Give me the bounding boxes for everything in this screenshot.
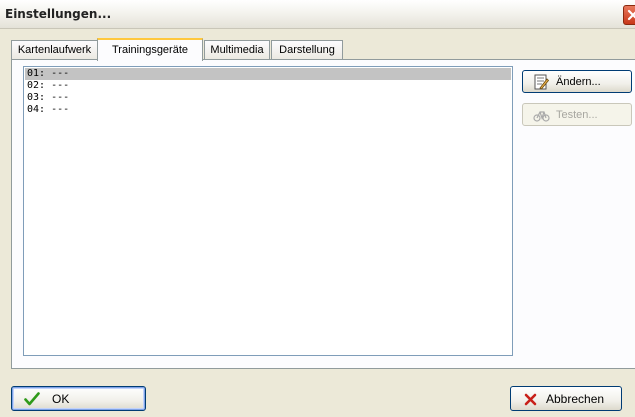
x-mark-icon xyxy=(524,393,537,406)
cancel-button[interactable]: Abbrechen xyxy=(510,386,622,411)
close-icon xyxy=(627,9,635,21)
ok-button-label: OK xyxy=(52,392,70,406)
tab-multimedia[interactable]: Multimedia xyxy=(204,40,270,59)
change-button-label: Ändern... xyxy=(556,76,601,88)
test-button[interactable]: Testen... xyxy=(522,103,632,126)
list-item[interactable]: 02: --- xyxy=(25,80,511,92)
list-item[interactable]: 03: --- xyxy=(25,92,511,104)
tab-kartenlaufwerk[interactable]: Kartenlaufwerk xyxy=(11,40,98,59)
tab-panel: 01: --- 02: --- 03: --- 04: --- Ändern..… xyxy=(11,59,635,369)
edit-document-icon xyxy=(534,74,549,90)
cancel-button-label: Abbrechen xyxy=(546,392,605,406)
list-item[interactable]: 04: --- xyxy=(25,104,511,116)
device-list[interactable]: 01: --- 02: --- 03: --- 04: --- xyxy=(23,66,513,356)
title-bar[interactable]: Einstellungen... xyxy=(0,0,635,29)
bike-icon xyxy=(533,111,550,122)
ok-button[interactable]: OK xyxy=(11,386,146,411)
tab-trainingsgeraete[interactable]: Trainingsgeräte xyxy=(97,38,203,61)
close-button[interactable] xyxy=(623,5,635,25)
test-button-label: Testen... xyxy=(556,109,598,121)
change-button[interactable]: Ändern... xyxy=(522,70,632,93)
checkmark-icon xyxy=(24,392,40,406)
tab-darstellung[interactable]: Darstellung xyxy=(271,40,343,59)
list-item[interactable]: 01: --- xyxy=(25,68,511,80)
window-title: Einstellungen... xyxy=(5,7,112,21)
settings-dialog: Einstellungen... Kartenlaufwerk Training… xyxy=(0,0,635,417)
